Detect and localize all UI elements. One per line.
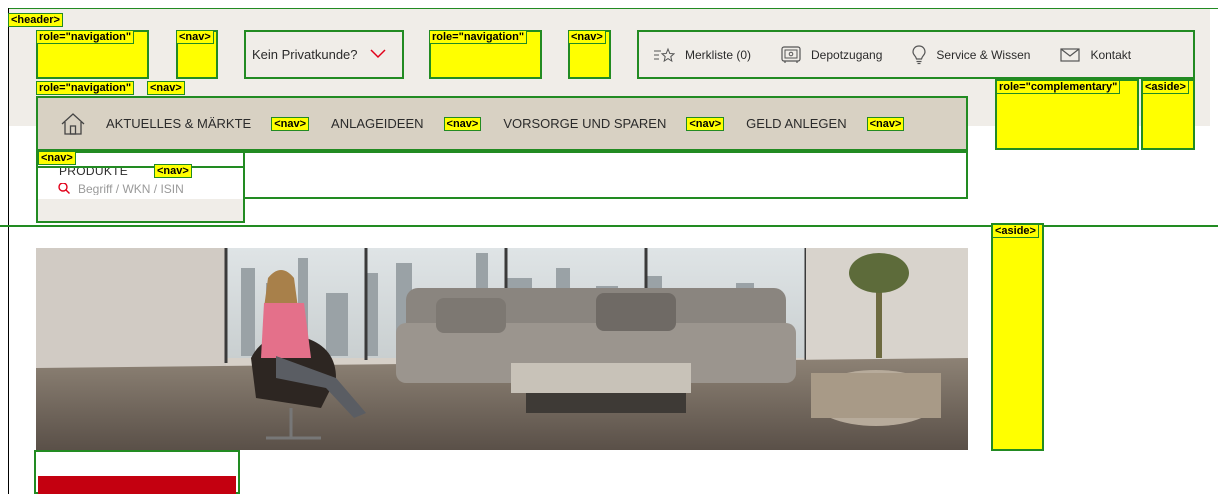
left-border-line (8, 8, 9, 494)
nav-role-tag: role="navigation" (429, 30, 528, 44)
nav-item-anlageideen[interactable]: ANLAGEIDEEN (331, 116, 423, 131)
merkliste-label: Merkliste (0) (685, 47, 752, 62)
kontakt-label: Kontakt (1090, 47, 1132, 62)
page: <header> role="navigation" <nav> Kein Pr… (0, 0, 1218, 494)
product-search[interactable]: Begriff / WKN / ISIN (58, 183, 184, 195)
complementary-tag: role="complementary" (996, 80, 1121, 94)
nav-tag: <nav> (147, 81, 185, 95)
merkliste-link[interactable]: Merkliste (0) (653, 47, 751, 63)
nav-tag: <nav> (443, 116, 482, 131)
privatkunde-label: Kein Privatkunde? (252, 47, 358, 62)
nav-item-geld-anlegen[interactable]: GELD ANLEGEN (746, 116, 846, 131)
nav-tag: <nav> (568, 30, 606, 44)
safe-icon (781, 45, 801, 64)
envelope-icon (1060, 47, 1081, 62)
produkte-footer (38, 199, 243, 221)
nav-tag: <nav> (686, 116, 725, 131)
nav-tag: <nav> (271, 116, 310, 131)
service-wissen-link[interactable]: Service & Wissen (912, 44, 1031, 65)
nav-role-tag: role="navigation" (36, 30, 135, 44)
main-navigation: AKTUELLES & MÄRKTE <nav> ANLAGEIDEEN <na… (36, 96, 968, 151)
header-tag: <header> (8, 13, 63, 27)
nav-tag: <nav> (154, 164, 192, 178)
service-bar: Merkliste (0) Depotzugang Service & Wiss… (637, 30, 1195, 79)
nav-tag: <nav> (38, 151, 76, 165)
red-teaser-card[interactable] (38, 476, 236, 494)
nav-tag: <nav> (176, 30, 214, 44)
nav-role-tag: role="navigation" (36, 81, 135, 95)
chevron-down-icon (369, 46, 386, 64)
depotzugang-link[interactable]: Depotzugang (781, 45, 883, 64)
aside-region-2 (991, 223, 1044, 451)
star-list-icon (653, 47, 675, 63)
depotzugang-label: Depotzugang (811, 47, 883, 62)
aside-tag: <aside> (992, 224, 1039, 238)
search-icon (58, 183, 70, 195)
hero-image (36, 248, 968, 450)
privatkunde-selector[interactable]: Kein Privatkunde? (244, 30, 404, 79)
nav-item-aktuelles-maerkte[interactable]: AKTUELLES & MÄRKTE (106, 116, 251, 131)
kontakt-link[interactable]: Kontakt (1060, 48, 1131, 62)
nav-item-vorsorge-und-sparen[interactable]: VORSORGE UND SPAREN (503, 116, 666, 131)
service-wissen-label: Service & Wissen (936, 47, 1031, 62)
search-placeholder: Begriff / WKN / ISIN (78, 183, 184, 195)
produkte-divider (36, 166, 245, 168)
lightbulb-icon (912, 44, 927, 65)
home-icon[interactable] (60, 112, 86, 136)
nav-tag: <nav> (866, 116, 905, 131)
aside-tag: <aside> (1142, 80, 1189, 94)
